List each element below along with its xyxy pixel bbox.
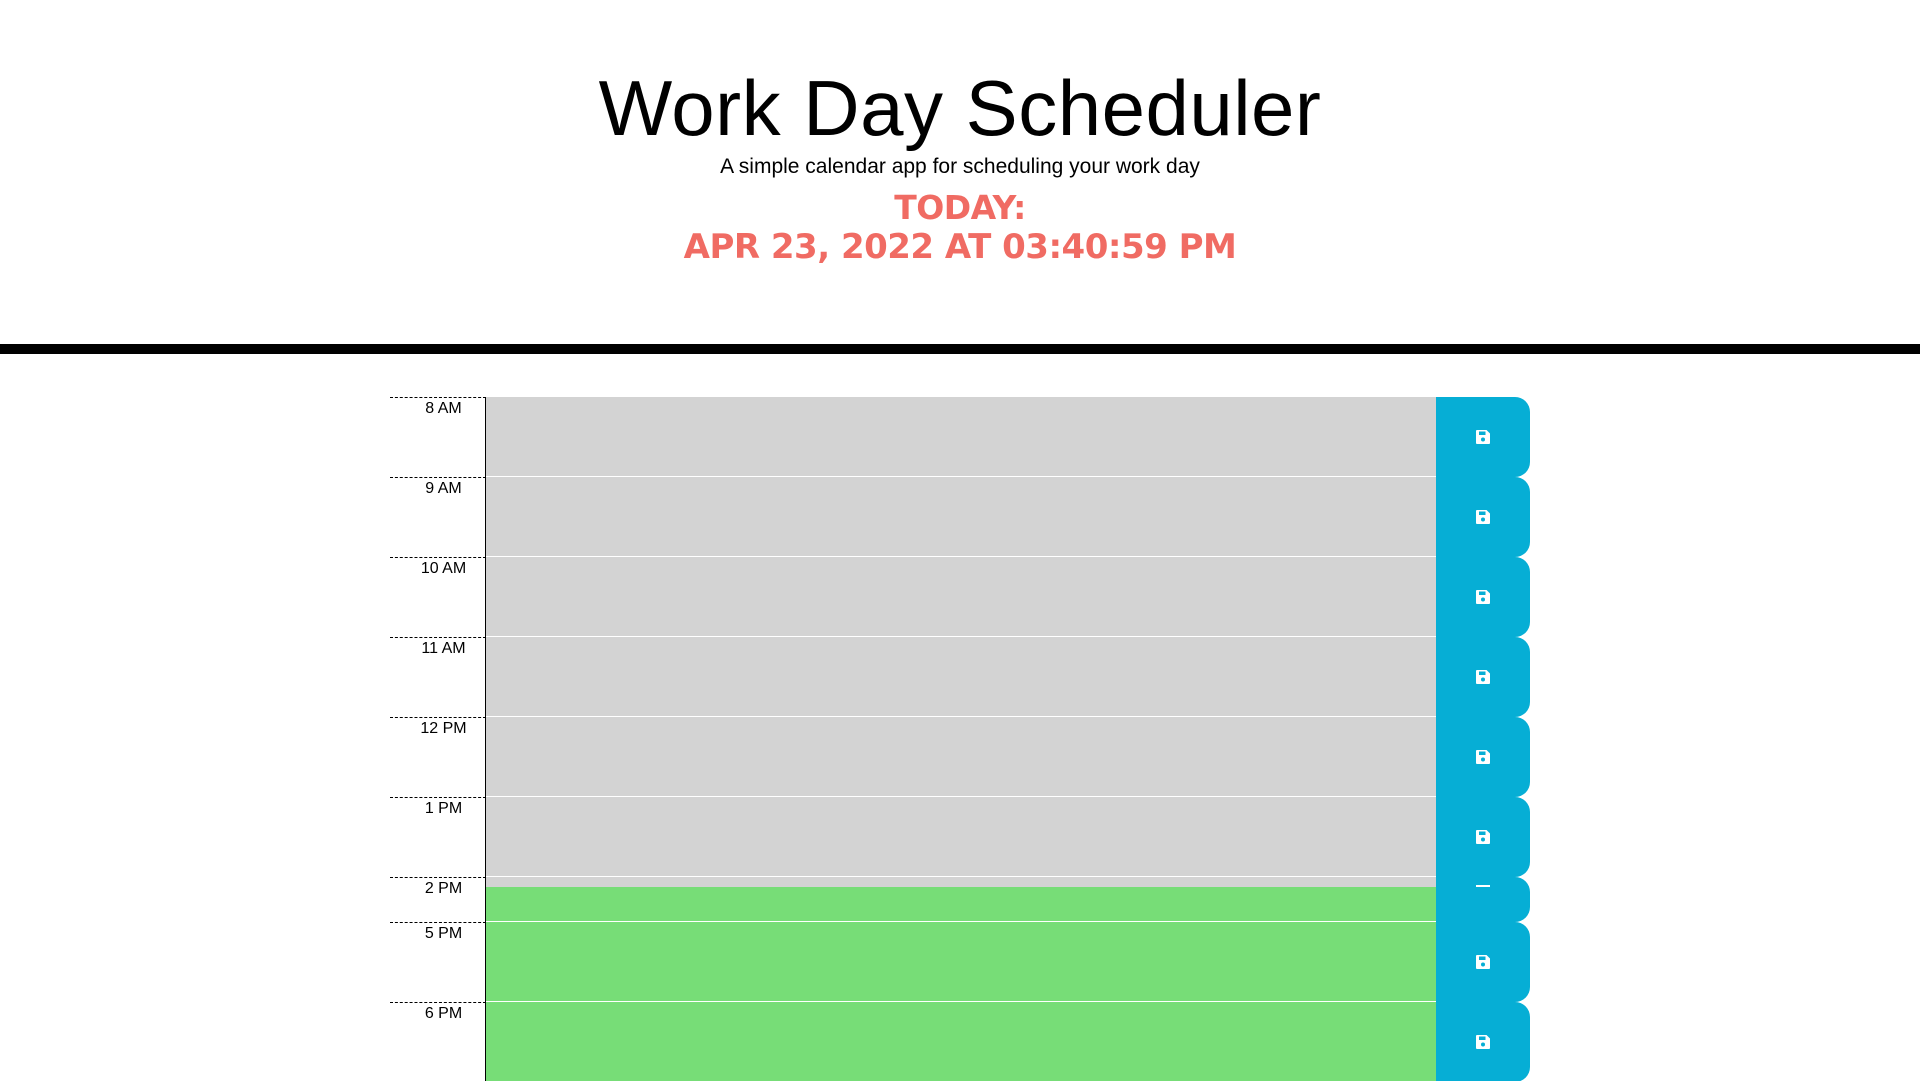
- save-button[interactable]: [1436, 397, 1530, 477]
- event-description-input[interactable]: [486, 797, 1436, 877]
- page-subtitle: A simple calendar app for scheduling you…: [720, 155, 1200, 178]
- today-label: Today:: [894, 188, 1026, 227]
- hour-label: 6 PM: [390, 1002, 486, 1081]
- page-title: Work Day Scheduler: [598, 64, 1322, 152]
- hour-label: 5 PM: [390, 922, 486, 1002]
- time-block-list: 8 AM 9 AM 10 AM 11 AM 12 PM 1 PM 2 PM 5 …: [390, 397, 1530, 1081]
- save-button[interactable]: [1436, 922, 1530, 1002]
- current-date-time: Apr 23, 2022 at 03:40:59 pm: [683, 227, 1237, 267]
- floppy-disk-icon: [1475, 1034, 1491, 1050]
- save-button[interactable]: [1436, 1002, 1530, 1081]
- event-description-input[interactable]: [486, 397, 1436, 477]
- hour-label: 1 PM: [390, 797, 486, 877]
- save-button[interactable]: [1436, 717, 1530, 797]
- floppy-disk-icon: [1475, 509, 1491, 525]
- header: Work Day Scheduler A simple calendar app…: [0, 0, 1920, 354]
- hour-label: 10 AM: [390, 557, 486, 637]
- event-description-input[interactable]: [486, 557, 1436, 637]
- time-block-6pm: 6 PM: [390, 1002, 1530, 1081]
- floppy-disk-icon: [1475, 589, 1491, 605]
- time-block-1pm: 1 PM: [390, 797, 1530, 877]
- event-description-input[interactable]: [486, 717, 1436, 797]
- hour-label: 11 AM: [390, 637, 486, 717]
- floppy-disk-icon: [1475, 429, 1491, 445]
- time-block-2pm: 2 PM: [390, 877, 1530, 922]
- floppy-disk-icon: [1475, 885, 1491, 889]
- event-description-input[interactable]: [486, 637, 1436, 717]
- event-description-input[interactable]: [486, 877, 1436, 887]
- floppy-disk-icon: [1475, 829, 1491, 845]
- event-description-input[interactable]: [486, 477, 1436, 557]
- hour-label: 12 PM: [390, 717, 486, 797]
- floppy-disk-icon: [1475, 749, 1491, 765]
- hour-label: 2 PM: [390, 877, 486, 922]
- time-block-11am: 11 AM: [390, 637, 1530, 717]
- floppy-disk-icon: [1475, 954, 1491, 970]
- save-button[interactable]: [1436, 797, 1530, 877]
- save-button[interactable]: [1436, 877, 1530, 922]
- time-block-12pm: 12 PM: [390, 717, 1530, 797]
- time-block-5pm: 5 PM: [390, 922, 1530, 1002]
- event-description-input[interactable]: [486, 922, 1436, 1002]
- floppy-disk-icon: [1475, 669, 1491, 685]
- time-block-9am: 9 AM: [390, 477, 1530, 557]
- save-button[interactable]: [1436, 637, 1530, 717]
- time-block-8am: 8 AM: [390, 397, 1530, 477]
- save-button[interactable]: [1436, 557, 1530, 637]
- time-block-10am: 10 AM: [390, 557, 1530, 637]
- save-button[interactable]: [1436, 477, 1530, 557]
- future-block-overlap: [486, 887, 1436, 922]
- hour-label: 9 AM: [390, 477, 486, 557]
- event-description-input[interactable]: [486, 1002, 1436, 1081]
- hour-label: 8 AM: [390, 397, 486, 477]
